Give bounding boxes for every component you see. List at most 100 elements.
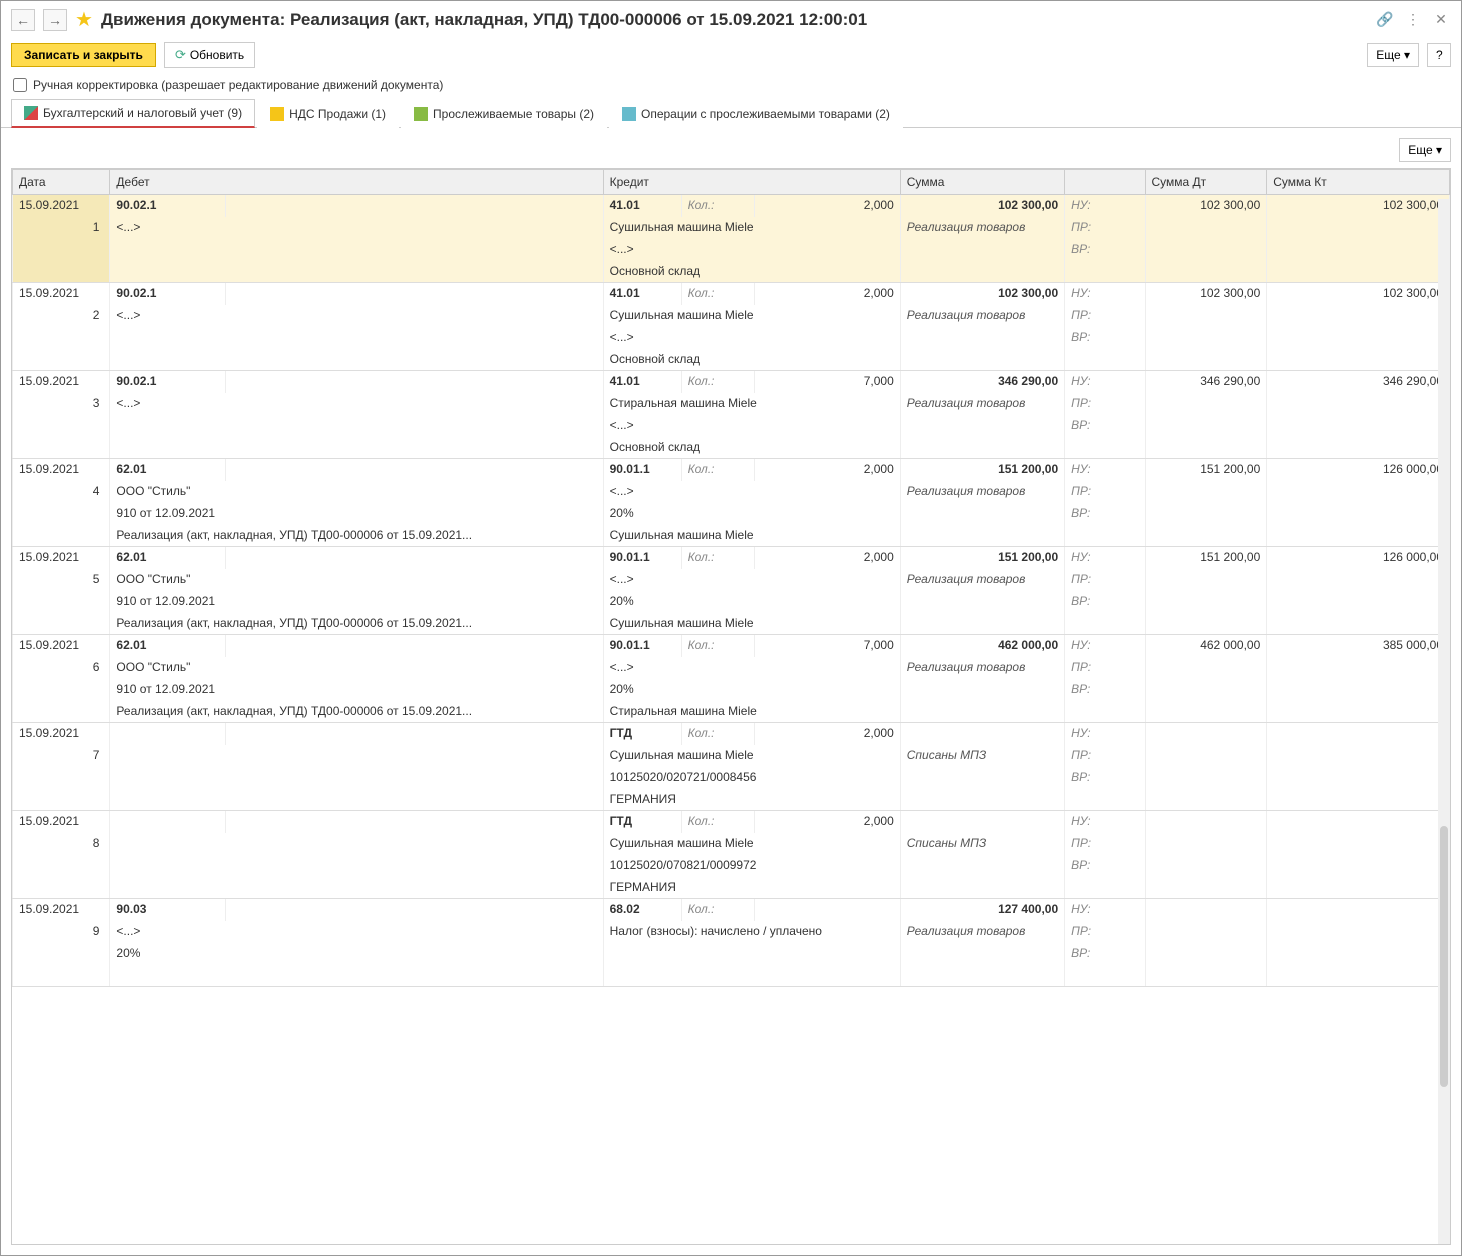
accounting-icon: [24, 106, 38, 120]
table-row[interactable]: 15.09.2021ГТДКол.:2,000НУ:: [13, 811, 1450, 833]
cell-debit-line2: [110, 855, 603, 877]
table-row[interactable]: 15.09.202162.0190.01.1Кол.:2,000151 200,…: [13, 547, 1450, 569]
cell-qty-label: Кол.:: [681, 811, 754, 833]
close-icon[interactable]: ✕: [1431, 10, 1451, 30]
table-row-sub[interactable]: Основной склад: [13, 349, 1450, 371]
table-row[interactable]: 15.09.202190.02.141.01Кол.:2,000102 300,…: [13, 195, 1450, 217]
table-row-sub[interactable]: 20%ВР:: [13, 943, 1450, 965]
scroll-thumb[interactable]: [1440, 826, 1448, 1087]
cell-credit-line1: Сушильная машина Miele: [603, 217, 900, 239]
cell-sumdt: [1145, 811, 1267, 833]
cell-debit-line1: [110, 745, 603, 767]
cell-debit-account: [110, 811, 226, 833]
cell-pr-label: ПР:: [1065, 217, 1145, 239]
favorite-star-icon[interactable]: ★: [75, 7, 93, 32]
tab-operations[interactable]: Операции с прослеживаемыми товарами (2): [609, 99, 903, 128]
col-sum[interactable]: Сумма: [900, 170, 1064, 195]
table-row-sub[interactable]: Реализация (акт, накладная, УПД) ТД00-00…: [13, 701, 1450, 723]
cell-debit-line3: Реализация (акт, накладная, УПД) ТД00-00…: [110, 613, 603, 635]
cell-date: 15.09.2021: [13, 371, 110, 393]
manual-correction-checkbox[interactable]: [13, 78, 27, 92]
table-row-sub[interactable]: 6ООО "Стиль"<...>Реализация товаровПР:: [13, 657, 1450, 679]
table-row-sub[interactable]: <...>ВР:: [13, 327, 1450, 349]
table-row-sub[interactable]: 4ООО "Стиль"<...>Реализация товаровПР:: [13, 481, 1450, 503]
cell-date: 15.09.2021: [13, 899, 110, 921]
tab-accounting[interactable]: Бухгалтерский и налоговый учет (9): [11, 99, 255, 128]
cell-sumdt: 462 000,00: [1145, 635, 1267, 657]
nav-forward-button[interactable]: →: [43, 9, 67, 31]
tab-vat[interactable]: НДС Продажи (1): [257, 99, 399, 128]
cell-debit-sub: [226, 899, 604, 921]
cell-debit-sub: [226, 195, 604, 217]
table-row-sub[interactable]: Реализация (акт, накладная, УПД) ТД00-00…: [13, 613, 1450, 635]
table-row-sub[interactable]: 5ООО "Стиль"<...>Реализация товаровПР:: [13, 569, 1450, 591]
cell-nu-label: НУ:: [1065, 283, 1145, 305]
cell-credit-account: 90.01.1: [603, 459, 681, 481]
link-icon[interactable]: 🔗: [1375, 10, 1395, 30]
cell-sumdt: [1145, 723, 1267, 745]
cell-date: 15.09.2021: [13, 723, 110, 745]
table-row-sub[interactable]: 10125020/020721/0008456ВР:: [13, 767, 1450, 789]
table-row[interactable]: 15.09.202162.0190.01.1Кол.:7,000462 000,…: [13, 635, 1450, 657]
table-row[interactable]: 15.09.202190.02.141.01Кол.:2,000102 300,…: [13, 283, 1450, 305]
table-row[interactable]: 15.09.202190.0368.02Кол.:127 400,00НУ:: [13, 899, 1450, 921]
table-row-sub[interactable]: Основной склад: [13, 261, 1450, 283]
cell-credit-line3: ГЕРМАНИЯ: [603, 789, 900, 811]
cell-qty-label: Кол.:: [681, 283, 754, 305]
col-sumkt[interactable]: Сумма Кт: [1267, 170, 1450, 195]
help-button[interactable]: ?: [1427, 43, 1451, 67]
cell-credit-line2: 10125020/070821/0009972: [603, 855, 900, 877]
tab-traceable[interactable]: Прослеживаемые товары (2): [401, 99, 607, 128]
col-credit[interactable]: Кредит: [603, 170, 900, 195]
table-row-sub[interactable]: 910 от 12.09.202120%ВР:: [13, 679, 1450, 701]
cell-nu-label: НУ:: [1065, 899, 1145, 921]
table-row-sub[interactable]: 910 от 12.09.202120%ВР:: [13, 591, 1450, 613]
cell-pr-label: ПР:: [1065, 305, 1145, 327]
cell-sum-sub: Реализация товаров: [900, 481, 1064, 503]
table-row-sub[interactable]: ГЕРМАНИЯ: [13, 789, 1450, 811]
cell-debit-sub: [226, 547, 604, 569]
cell-debit-line2: [110, 239, 603, 261]
cell-credit-line2: <...>: [603, 415, 900, 437]
cell-debit-line1: <...>: [110, 393, 603, 415]
cell-sum-sub: Реализация товаров: [900, 921, 1064, 943]
manual-correction-row: Ручная корректировка (разрешает редактир…: [1, 72, 1461, 98]
table-row-sub[interactable]: 910 от 12.09.202120%ВР:: [13, 503, 1450, 525]
tab-accounting-label: Бухгалтерский и налоговый учет (9): [43, 106, 242, 120]
table-row-sub[interactable]: ГЕРМАНИЯ: [13, 877, 1450, 899]
table-row-sub[interactable]: [13, 965, 1450, 987]
col-sumdt[interactable]: Сумма Дт: [1145, 170, 1267, 195]
table-row-sub[interactable]: 3<...>Стиральная машина MieleРеализация …: [13, 393, 1450, 415]
cell-nu-label: НУ:: [1065, 195, 1145, 217]
nav-back-button[interactable]: ←: [11, 9, 35, 31]
table-row[interactable]: 15.09.202190.02.141.01Кол.:7,000346 290,…: [13, 371, 1450, 393]
cell-debit-account: 62.01: [110, 459, 226, 481]
menu-dots-icon[interactable]: ⋮: [1403, 10, 1423, 30]
table-more-button[interactable]: Еще ▾: [1399, 138, 1451, 162]
cell-debit-account: 90.02.1: [110, 371, 226, 393]
save-close-button[interactable]: Записать и закрыть: [11, 43, 156, 67]
table-row-sub[interactable]: <...>ВР:: [13, 239, 1450, 261]
table-row-sub[interactable]: 2<...>Сушильная машина MieleРеализация т…: [13, 305, 1450, 327]
table-row-sub[interactable]: 9<...>Налог (взносы): начислено / уплаче…: [13, 921, 1450, 943]
table-row-sub[interactable]: 7Сушильная машина MieleСписаны МПЗПР:: [13, 745, 1450, 767]
cell-qty-label: Кол.:: [681, 371, 754, 393]
col-debit[interactable]: Дебет: [110, 170, 603, 195]
table-row-sub[interactable]: 1<...>Сушильная машина MieleРеализация т…: [13, 217, 1450, 239]
cell-sum-sub: Реализация товаров: [900, 657, 1064, 679]
table-row-sub[interactable]: 8Сушильная машина MieleСписаны МПЗПР:: [13, 833, 1450, 855]
col-tag[interactable]: [1065, 170, 1145, 195]
more-button[interactable]: Еще ▾: [1367, 43, 1419, 67]
cell-pr-label: ПР:: [1065, 569, 1145, 591]
tabs: Бухгалтерский и налоговый учет (9) НДС П…: [1, 98, 1461, 128]
table-row-sub[interactable]: <...>ВР:: [13, 415, 1450, 437]
table-row-sub[interactable]: 10125020/070821/0009972ВР:: [13, 855, 1450, 877]
col-date[interactable]: Дата: [13, 170, 110, 195]
table-row-sub[interactable]: Основной склад: [13, 437, 1450, 459]
table-row-sub[interactable]: Реализация (акт, накладная, УПД) ТД00-00…: [13, 525, 1450, 547]
table-row[interactable]: 15.09.2021ГТДКол.:2,000НУ:: [13, 723, 1450, 745]
refresh-button[interactable]: ⟳ Обновить: [164, 42, 255, 68]
vertical-scrollbar[interactable]: [1438, 199, 1450, 1244]
cell-vr-label: ВР:: [1065, 327, 1145, 349]
table-row[interactable]: 15.09.202162.0190.01.1Кол.:2,000151 200,…: [13, 459, 1450, 481]
